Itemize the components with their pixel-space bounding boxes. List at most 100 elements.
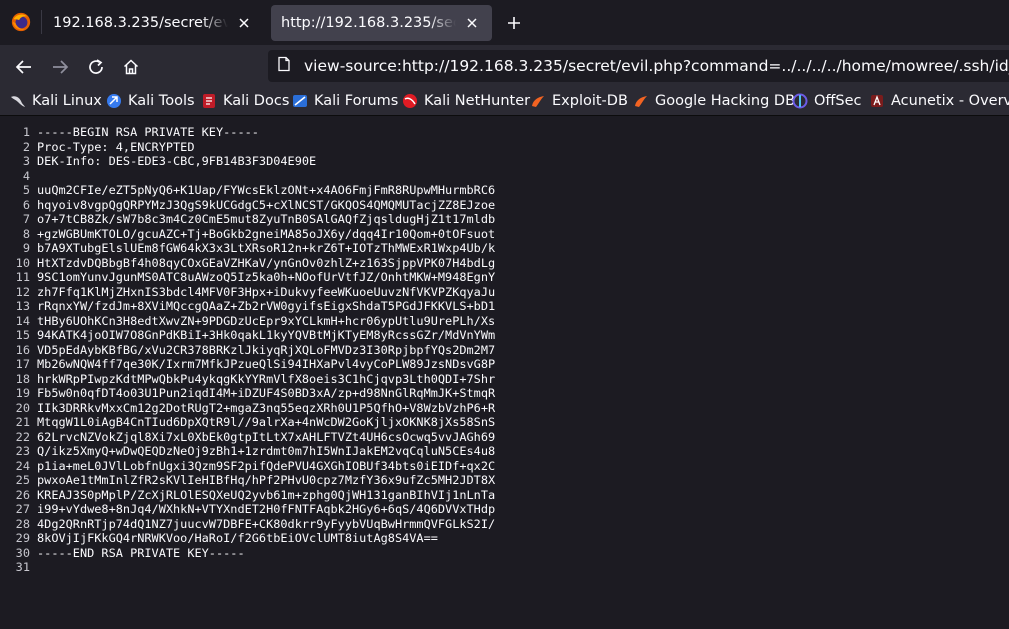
kali-dragon-icon [10, 93, 26, 109]
bookmark-kali-docs[interactable]: Kali Docs [201, 91, 289, 111]
line-number: 27 [15, 502, 30, 516]
bookmark-label: OffSec [814, 93, 862, 109]
line-number: 2 [22, 139, 30, 154]
source-line: 16 VD5pEdAybKBfBG/xVu2CR378BRKzlJkiyqRjXQ… [0, 342, 496, 358]
acunetix-icon [869, 93, 885, 109]
bookmark-label: Kali NetHunter [424, 93, 531, 109]
line-text: 94KATK4joOIW7O8GnPdKBiI+3Hk0qakL1kyYQVBt… [37, 328, 496, 342]
line-number: 6 [22, 197, 30, 212]
source-line: 25 pwxoAe1tMmInlZfR2sKVlIeHIBfHq/hPf2PHvU… [0, 473, 496, 488]
source-line: 21 MtqgW1L0iAgB4CnTIud6DpXQtR9l//9alrXa+4… [0, 415, 496, 430]
line-number: 9 [22, 241, 30, 255]
ghdb-icon [633, 93, 649, 109]
source-line: 4 [0, 169, 495, 184]
source-line: 31 [0, 560, 495, 575]
offsec-icon [792, 93, 808, 109]
tab-title: http://192.168.3.235/secret/evil.php?com… [281, 15, 456, 31]
bookmark-kali-tools[interactable]: Kali Tools [106, 91, 195, 111]
bookmark-label: Kali Linux [32, 93, 102, 109]
line-text: 4Dg2QRnRTjp74dQ1NZ7juucvW7DBFE+CK80dkrr9… [37, 516, 496, 531]
line-number: 24 [15, 458, 30, 473]
line-number: 4 [22, 168, 30, 183]
tab-evil-php[interactable]: 192.168.3.235/secret/evil.php [43, 5, 264, 41]
bookmark-acunetix[interactable]: Acunetix - Overview [869, 91, 1009, 111]
back-arrow-icon[interactable] [10, 53, 38, 81]
line-number: 28 [15, 516, 30, 531]
line-number: 15 [15, 328, 30, 342]
source-line: 1 -----BEGIN RSA PRIVATE KEY----- [0, 125, 495, 140]
url-input[interactable]: view-source:http://192.168.3.235/secret/… [304, 57, 1009, 75]
line-text: -----END RSA PRIVATE KEY----- [37, 545, 245, 560]
line-text: Proc-Type: 4,ENCRYPTED [37, 139, 195, 154]
bookmark-label: Exploit-DB [552, 93, 628, 109]
bookmark-exploit-db[interactable]: Exploit-DB [530, 91, 628, 111]
bookmark-label: Kali Docs [223, 93, 290, 109]
line-text: IIk3DRRkvMxxCm12g2DotRUgT2+mgaZ3nq55eqzX… [37, 400, 496, 415]
source-line: 12 zh7Ffq1KlMjZHxnIS3bdcl4MFV0F3Hpx+iDukv… [0, 284, 496, 300]
tab-separator [41, 10, 42, 34]
line-number: 26 [15, 487, 30, 502]
bookmark-kali-nethunter[interactable]: Kali NetHunter [402, 91, 530, 111]
line-text: hrkWRpPIwpzKdtMPwQbkPu4ykqgKkYYRmVlfX8oe… [37, 371, 496, 386]
source-line: 26 KREAJ3S0pMplP/ZcXjRLOlESQXeUQ2yvb61m+z… [0, 487, 496, 503]
line-text: b7A9XTubgElslUEm8fGW64kX3x3LtXRsoR12n+kr… [37, 241, 496, 255]
line-number: 11 [15, 270, 30, 284]
line-text: DEK-Info: DES-EDE3-CBC,9FB14B3F3D04E90E [37, 154, 317, 168]
line-number: 21 [15, 415, 30, 429]
source-line: 18 hrkWRpPIwpzKdtMPwQbkPu4ykqgKkYYRmVlfX8… [0, 371, 496, 387]
line-text: Fb5w0n0qfDT4o03U1Pun2iqdI4M+iDZUF4S0BD3x… [37, 386, 496, 400]
bookmark-kali-linux[interactable]: Kali Linux [10, 91, 102, 111]
source-line: 20 IIk3DRRkvMxxCm12g2DotRUgT2+mgaZ3nq55eq… [0, 400, 496, 416]
line-number: 16 [15, 342, 30, 357]
page-icon[interactable] [276, 56, 292, 76]
close-tab-icon[interactable] [462, 13, 482, 33]
source-line: 22 62LrvcNZVokZjql8Xi7xL0XbEk0gtpItLtX7xA… [0, 429, 496, 445]
line-number: 14 [15, 313, 30, 328]
source-line: 11 9SC1omYunvJgunMS0ATC8uAWzoQ5Iz5ka0h+NO… [0, 270, 496, 285]
address-bar[interactable]: view-source:http://192.168.3.235/secret/… [268, 50, 1009, 82]
source-line: 28 4Dg2QRnRTjp74dQ1NZ7juucvW7DBFE+CK80dkr… [0, 516, 496, 532]
reload-icon[interactable] [82, 53, 110, 81]
source-line: 2 Proc-Type: 4,ENCRYPTED [0, 140, 495, 155]
source-line: 3 DEK-Info: DES-EDE3-CBC,9FB14B3F3D04E90E [0, 154, 495, 169]
line-text: 9SC1omYunvJgunMS0ATC8uAWzoQ5Iz5ka0h+NOof… [37, 270, 496, 284]
line-text: Mb26wNQW4ff7qe30K/Ixrm7MfkJPzueQlSi94IHX… [37, 357, 496, 371]
line-text: HtXTzdvDQBbgBf4h08qyCOxGEaVZHKaV/ynGnOv0… [37, 255, 496, 270]
bookmark-label: Kali Forums [314, 93, 399, 109]
close-tab-icon[interactable] [234, 13, 254, 33]
line-text: MtqgW1L0iAgB4CnTIud6DpXQtR9l//9alrXa+4nW… [37, 415, 496, 429]
bookmark-kali-forums[interactable]: Kali Forums [292, 91, 398, 111]
home-icon[interactable] [117, 53, 145, 81]
bookmark-google-hacking-db[interactable]: Google Hacking DB [633, 91, 795, 111]
bookmarks-toolbar: Kali Linux Kali Tools Kali Docs Kali For… [0, 87, 1009, 116]
source-line: 15 94KATK4joOIW7O8GnPdKBiI+3Hk0qakL1kyYQV… [0, 328, 496, 343]
line-number: 22 [15, 429, 30, 444]
line-text: zh7Ffq1KlMjZHxnIS3bdcl4MFV0F3Hpx+iDukvyf… [37, 284, 496, 299]
line-text: hqyoiv8vgpQgQRPYMzJ3QgS9kUCGdgC5+cXlNCST… [37, 197, 496, 212]
new-tab-icon[interactable] [502, 11, 526, 35]
tab-title: 192.168.3.235/secret/evil.php [53, 15, 228, 31]
exploit-db-icon [530, 93, 546, 109]
kali-nethunter-icon [402, 93, 418, 109]
source-line: 19 Fb5w0n0qfDT4o03U1Pun2iqdI4M+iDZUF4S0BD… [0, 386, 496, 401]
tab-view-source[interactable]: http://192.168.3.235/secret/evil.php?com… [271, 5, 492, 41]
source-line: 30 -----END RSA PRIVATE KEY----- [0, 546, 495, 561]
line-text: o7+7tCB8Zk/sW7b8c3m4Cz0CmE5mut8ZyuTnB0SA… [37, 212, 496, 226]
line-text: rRqnxYW/fzdJm+8XViMQccgQAaZ+Zb2rVW0gyifs… [37, 299, 496, 313]
bookmark-label: Acunetix - Overview [891, 93, 1009, 109]
bookmark-offsec[interactable]: OffSec [792, 91, 862, 111]
source-line: 29 8kOVjIjFKkGQ4rNRWKVoo/HaRoI/f2G6tbEiOV… [0, 531, 495, 546]
source-line: 5 uuQm2CFIe/eZT5pNyQ6+K1Uap/FYWcsEklzONt+… [0, 183, 495, 198]
line-number: 8 [22, 226, 30, 241]
line-text: KREAJ3S0pMplP/ZcXjRLOlESQXeUQ2yvb61m+zph… [37, 487, 496, 502]
forward-arrow-icon[interactable] [46, 53, 74, 81]
firefox-menu-icon[interactable] [8, 9, 34, 35]
line-text: uuQm2CFIe/eZT5pNyQ6+K1Uap/FYWcsEklzONt+x… [37, 183, 496, 197]
line-text: Q/ikz5XmyQ+wDwQEQDzNeOj9zBh1+1zrdmt0m7hI… [37, 444, 496, 458]
kali-forums-icon [292, 93, 308, 109]
line-number: 20 [15, 400, 30, 415]
line-text: 62LrvcNZVokZjql8Xi7xL0XbEk0gtpItLtX7xAHL… [37, 429, 496, 444]
line-number: 18 [15, 371, 30, 386]
line-text: +gzWGBUmKTOLO/gcuAZC+Tj+BoGkb2gneiMA85oJ… [37, 226, 496, 241]
line-text: i99+vYdwe8+8nJq4/WXhkN+VTYXndET2H0fFNTFA… [37, 502, 496, 516]
